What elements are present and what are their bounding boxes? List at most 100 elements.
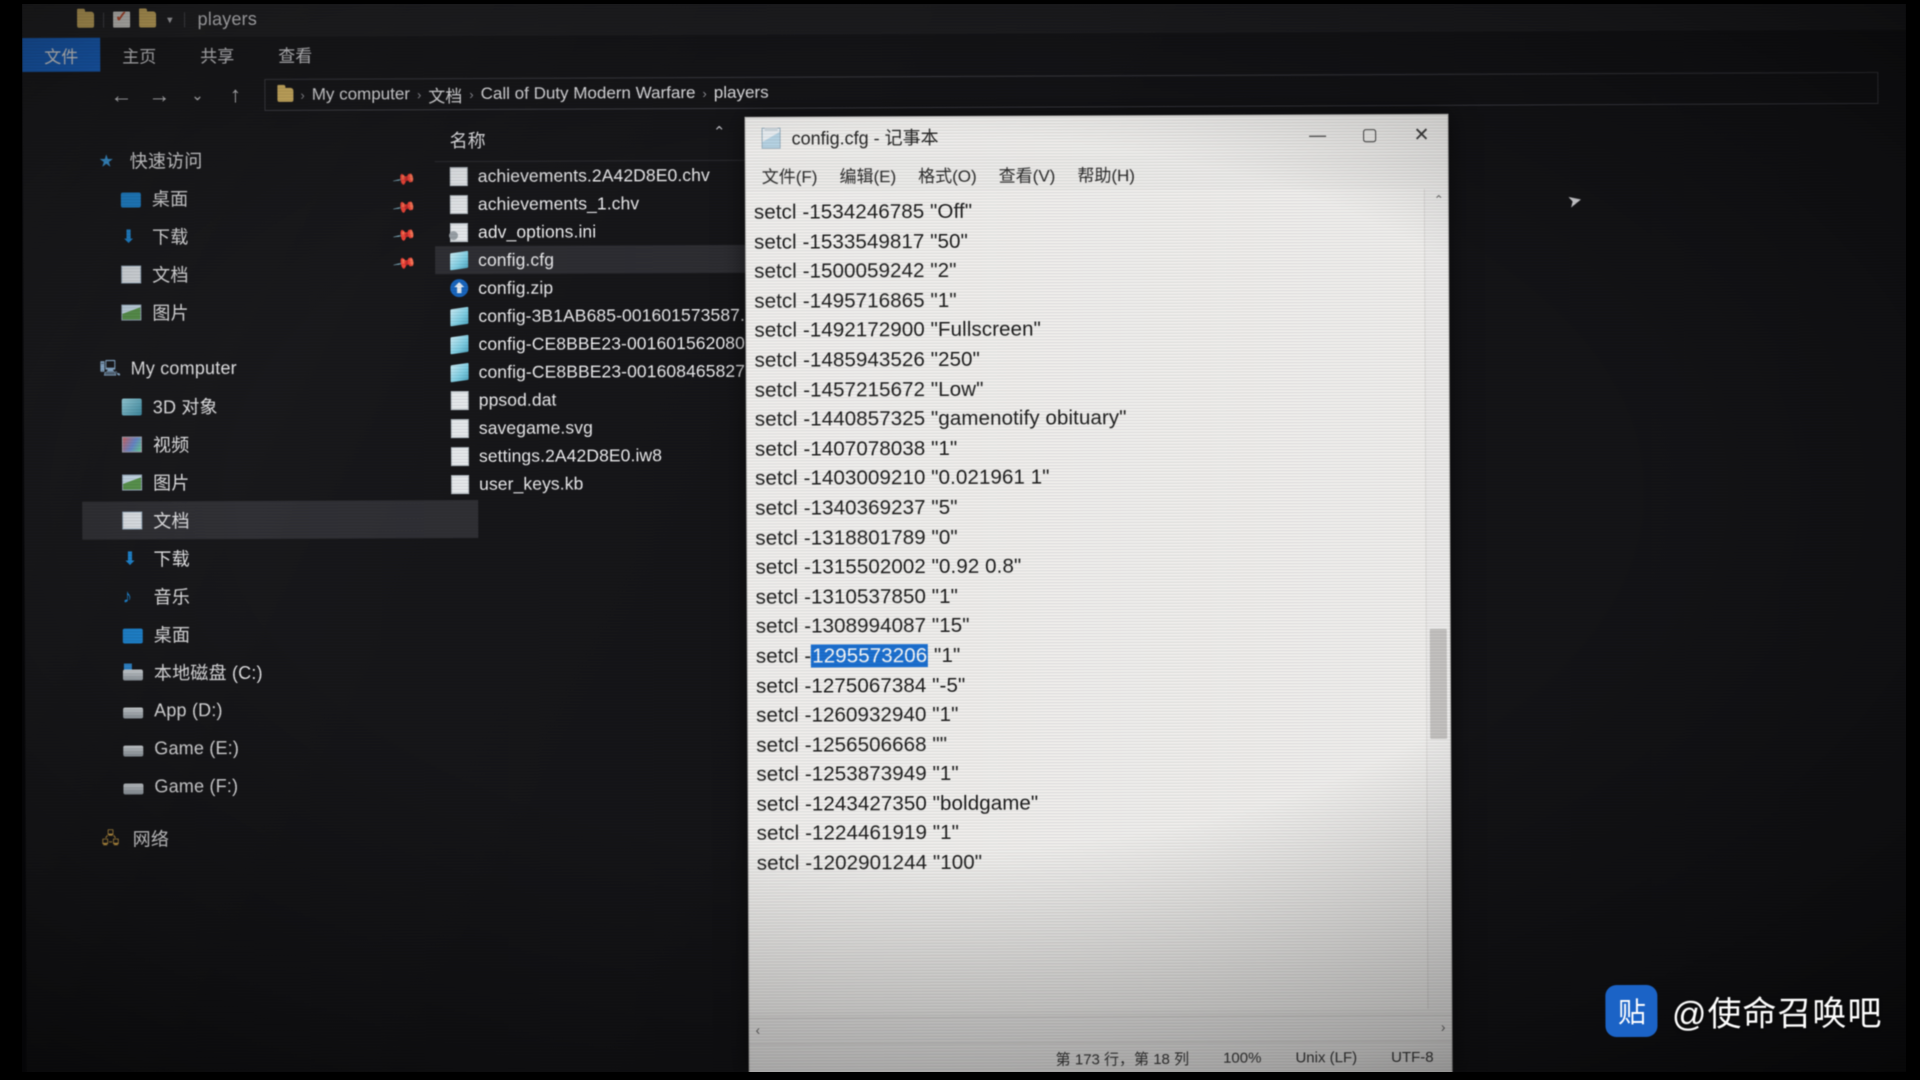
table-row[interactable]: adv_options.ini [435,217,780,247]
sidebar-item-downloads-2[interactable]: ⬇ 下载 [82,538,478,578]
notepad-line[interactable]: setcl -1485943526 "250" [755,343,1449,376]
new-folder-icon[interactable] [139,11,157,28]
breadcrumb-item-game[interactable]: Call of Duty Modern Warfare [481,83,696,104]
notepad-line[interactable]: setcl -1457215672 "Low" [755,372,1449,405]
table-row[interactable]: config-3B1AB685-001601573587.cfg [435,301,780,331]
sidebar-item-3d-objects[interactable]: 3D 对象 [82,386,478,426]
menu-help[interactable]: 帮助(H) [1077,161,1135,186]
scroll-right-icon[interactable]: › [1441,1019,1446,1035]
tab-view[interactable]: 查看 [256,37,334,71]
sidebar-item-this-pc[interactable]: 🖳 My computer [82,348,478,388]
table-row[interactable]: settings.2A42D8E0.iw8 [436,441,781,471]
sidebar-item-pictures-2[interactable]: 图片 [82,462,478,502]
menu-format[interactable]: 格式(O) [918,161,977,186]
file-list-header[interactable]: 名称 ⌃ [434,116,780,163]
breadcrumb-item-documents[interactable]: 文档 [428,82,462,107]
sidebar-item-desktop[interactable]: 桌面 [81,178,477,218]
notepad-line[interactable]: setcl -1495716865 "1" [754,284,1448,317]
sidebar-item-desktop-2[interactable]: 桌面 [83,614,479,654]
menu-edit[interactable]: 编辑(E) [839,162,896,187]
notepad-line[interactable]: setcl -1202901244 "100" [757,846,1451,879]
cfg-file-icon [450,250,469,270]
table-row[interactable]: config-CE8BBE23-001601562080.cfg [435,329,780,359]
notepad-line[interactable]: setcl -1260932940 "1" [756,698,1450,731]
maximize-button[interactable]: ▢ [1344,115,1396,155]
minimize-button[interactable]: — [1292,115,1344,155]
chevron-down-icon[interactable]: ▾ [167,13,173,26]
scrollbar-thumb[interactable] [1429,628,1448,739]
scroll-left-icon[interactable]: ‹ [755,1022,760,1038]
sort-ascending-icon[interactable]: ⌃ [713,123,726,141]
notepad-line[interactable]: setcl -1492172900 "Fullscreen" [754,313,1448,346]
desktop-icon [122,627,143,644]
cfg-file-icon [450,334,469,354]
notepad-text-area[interactable]: setcl -1534246785 "Off" setcl -1533549817… [745,188,1452,1012]
notepad-menubar[interactable]: 文件(F) 编辑(E) 格式(O) 查看(V) 帮助(H) [745,154,1448,192]
breadcrumb-item-players[interactable]: players [714,83,769,103]
notepad-window[interactable]: config.cfg - 记事本 — ▢ ✕ 文件(F) 编辑(E) 格式(O)… [744,113,1453,1077]
notepad-line[interactable]: setcl -1340369237 "5" [755,491,1449,524]
notepad-line[interactable]: setcl -1310537850 "1" [756,579,1450,612]
forward-button[interactable]: → [140,82,178,108]
table-row[interactable]: config-CE8BBE23-001608465827.cfg [436,357,781,387]
file-list[interactable]: 名称 ⌃ achievements.2A42D8E0.chv achieveme… [434,116,783,880]
table-row[interactable]: config.zip [435,273,780,303]
address-bar[interactable]: ← → ⌄ ↑ › My computer › 文档 › Call of Dut… [22,64,1906,120]
sidebar-item-documents-2[interactable]: 文档 [82,500,479,540]
notepad-line[interactable]: setcl -1256506668 "" [756,727,1450,760]
sidebar-item-videos[interactable]: 视频 [82,424,478,464]
menu-view[interactable]: 查看(V) [999,161,1056,186]
sidebar-item-local-disk-c[interactable]: 本地磁盘 (C:) [83,652,479,692]
notepad-line[interactable]: setcl -1224461919 "1" [757,816,1451,849]
notepad-line[interactable]: setcl -1253873949 "1" [756,757,1450,790]
navigation-sidebar[interactable]: ★ 快速访问 桌面 ⬇ 下载 文档 图片 🖳 My computer 3D 对象… [81,140,480,882]
text-selection[interactable]: 1295573206 [811,643,929,668]
table-row[interactable]: user_keys.kb [436,469,781,499]
table-row-selected[interactable]: config.cfg [435,244,781,275]
notepad-line[interactable]: setcl -1403009210 "0.021961 1" [755,461,1449,494]
sidebar-item-app-d[interactable]: App (D:) [83,690,479,730]
notepad-line[interactable]: setcl -1308994087 "15" [756,609,1450,642]
vertical-scrollbar[interactable]: ⌃ [1423,188,1452,1009]
monitor-bezel-right [1906,0,1920,1080]
line-ending: Unix (LF) [1295,1049,1358,1067]
window-controls[interactable]: — ▢ ✕ [1292,115,1448,156]
breadcrumb-item-mycomputer[interactable]: My computer [312,84,410,104]
notepad-line[interactable]: setcl -1534246785 "Off" [754,195,1448,228]
back-button[interactable]: ← [102,82,140,108]
close-button[interactable]: ✕ [1396,115,1448,155]
up-button[interactable]: ↑ [216,82,254,108]
notepad-line[interactable]: setcl -1533549817 "50" [754,224,1448,257]
menu-file[interactable]: 文件(F) [762,162,818,187]
notepad-line[interactable]: setcl -1243427350 "boldgame" [756,787,1450,820]
scroll-up-icon[interactable]: ⌃ [1434,193,1444,207]
table-row[interactable]: ppsod.dat [436,385,781,415]
sidebar-item-game-e[interactable]: Game (E:) [83,728,479,768]
horizontal-scrollbar[interactable]: ‹ › [749,1014,1452,1044]
tab-file[interactable]: 文件 [22,37,101,72]
sidebar-item-downloads[interactable]: ⬇ 下载 [81,216,477,256]
table-row[interactable]: achievements.2A42D8E0.chv [435,161,780,191]
sidebar-item-game-f[interactable]: Game (F:) [83,766,479,806]
column-header-name[interactable]: 名称 [450,126,486,152]
notepad-line[interactable]: setcl -1295573206 "1" [756,639,1450,672]
sidebar-item-music[interactable]: ♪ 音乐 [83,576,479,616]
notepad-line[interactable]: setcl -1407078038 "1" [755,432,1449,465]
table-row[interactable]: savegame.svg [436,413,781,443]
notepad-line[interactable]: setcl -1500059242 "2" [754,254,1448,287]
sidebar-item-pictures[interactable]: 图片 [81,292,477,332]
notepad-line[interactable]: setcl -1318801789 "0" [755,520,1449,553]
monitor-bezel-bottom [0,1072,1920,1080]
notepad-line[interactable]: setcl -1440857325 "gamenotify obituary" [755,402,1449,435]
breadcrumb[interactable]: › My computer › 文档 › Call of Duty Modern… [264,71,1879,111]
sidebar-item-network[interactable]: 🖧 网络 [84,818,480,858]
table-row[interactable]: achievements_1.chv [435,189,780,219]
recent-locations-button[interactable]: ⌄ [178,86,216,104]
properties-icon[interactable] [113,11,131,28]
tab-home[interactable]: 主页 [100,37,178,71]
tab-share[interactable]: 共享 [178,37,256,71]
notepad-line[interactable]: setcl -1275067384 "-5" [756,668,1450,701]
folder-icon[interactable] [77,11,95,28]
notepad-line[interactable]: setcl -1315502002 "0.92 0.8" [755,550,1449,583]
notepad-titlebar[interactable]: config.cfg - 记事本 — ▢ ✕ [745,114,1448,158]
